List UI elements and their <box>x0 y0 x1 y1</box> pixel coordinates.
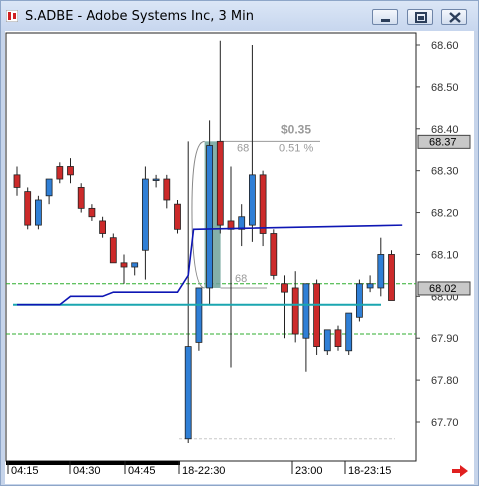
price-change-label: $0.35 <box>281 122 311 136</box>
candle-body <box>206 145 214 289</box>
price-tick-label: 68.20 <box>431 208 459 220</box>
candlestick-chart[interactable]: 68.6068.5068.4068.3068.2068.1068.0067.90… <box>5 31 474 484</box>
candle <box>77 183 85 213</box>
candle-body <box>109 237 117 264</box>
candle <box>355 279 363 322</box>
candle-body <box>152 178 160 181</box>
candle <box>195 287 203 351</box>
restore-icon <box>415 12 427 23</box>
price-tick-label: 68.50 <box>431 82 459 94</box>
current-price-tag: 68.02 <box>429 283 457 295</box>
candle-body <box>355 283 363 318</box>
candle-body <box>388 254 395 301</box>
window-title: S.ADBE - Adobe Systems Inc, 3 Min <box>25 9 254 24</box>
candle <box>388 250 395 301</box>
candle <box>345 312 353 355</box>
candle-body <box>259 174 267 234</box>
candle-body <box>345 312 353 352</box>
candle-body <box>67 166 74 176</box>
price-axis[interactable]: 68.6068.5068.4068.3068.2068.1068.0067.90… <box>416 40 459 429</box>
candle <box>34 195 42 230</box>
candle-body <box>99 220 106 234</box>
candle <box>270 229 278 280</box>
candle-body <box>313 283 321 347</box>
candle-body <box>174 203 181 230</box>
candle-body <box>77 187 85 209</box>
candle-body <box>131 262 139 268</box>
candle <box>24 187 32 230</box>
candle-body <box>291 287 299 335</box>
price-tick-label: 67.70 <box>431 417 459 429</box>
price-tick-label: 68.30 <box>431 166 459 178</box>
candle-body <box>88 207 96 218</box>
candle-body <box>34 199 42 226</box>
candle <box>109 233 117 264</box>
top-bar-count-label: 68 <box>237 142 249 154</box>
candle-body <box>184 346 192 440</box>
bottom-bar-count-label: 68 <box>235 273 247 285</box>
candle-body <box>45 178 53 197</box>
app-icon <box>6 10 18 22</box>
candle-body <box>13 174 21 188</box>
candle-body <box>281 283 288 293</box>
candle-body <box>120 262 128 268</box>
close-button[interactable] <box>441 9 467 25</box>
price-tick-label: 68.40 <box>431 124 459 136</box>
time-tick-label: 04:45 <box>128 465 156 477</box>
candle-body <box>216 140 224 226</box>
candle-body <box>323 329 331 352</box>
candle-body <box>238 216 246 230</box>
candle <box>313 279 321 355</box>
candle-body <box>334 329 342 348</box>
candle-body <box>163 178 171 201</box>
candle-body <box>56 166 64 180</box>
candle-body <box>141 178 149 251</box>
percent-change-label: 0.51 % <box>279 142 313 154</box>
candle-body <box>366 283 374 289</box>
chart-client-area: 68.60 68.50 68.40 68.30 68.20 68.10 68.00 67.90… <box>5 31 474 484</box>
time-axis[interactable]: 04:15 04:30 04:45 18-22:30 23:00 18-23:15 <box>6 460 416 477</box>
candle-body <box>377 254 385 289</box>
price-tick-label: 67.80 <box>431 375 459 387</box>
chart-window: S.ADBE - Adobe Systems Inc, 3 Min 68.60 6… <box>0 0 479 486</box>
time-tick-label: 18-23:15 <box>348 465 391 477</box>
title-bar[interactable]: S.ADBE - Adobe Systems Inc, 3 Min <box>1 1 478 31</box>
restore-button[interactable] <box>407 9 433 25</box>
time-tick-label: 18-22:30 <box>182 465 225 477</box>
candle-body <box>195 287 203 343</box>
time-tick-label: 23:00 <box>295 465 323 477</box>
high-price-tag: 68.37 <box>429 136 457 148</box>
close-icon <box>449 12 461 23</box>
candle-body <box>248 174 256 226</box>
candle <box>174 199 181 234</box>
minimize-button[interactable] <box>372 9 398 25</box>
time-tick-label: 04:30 <box>73 465 101 477</box>
price-tick-label: 68.10 <box>431 249 459 261</box>
candle-body <box>24 191 32 226</box>
candle <box>206 120 214 305</box>
time-tick-label: 04:15 <box>11 465 39 477</box>
scroll-right-arrow-icon[interactable] <box>452 465 468 477</box>
price-tick-label: 68.60 <box>431 40 459 52</box>
candle-body <box>302 283 310 339</box>
price-tick-label: 67.90 <box>431 333 459 345</box>
candle-body <box>270 233 278 276</box>
minimize-icon <box>381 19 390 22</box>
